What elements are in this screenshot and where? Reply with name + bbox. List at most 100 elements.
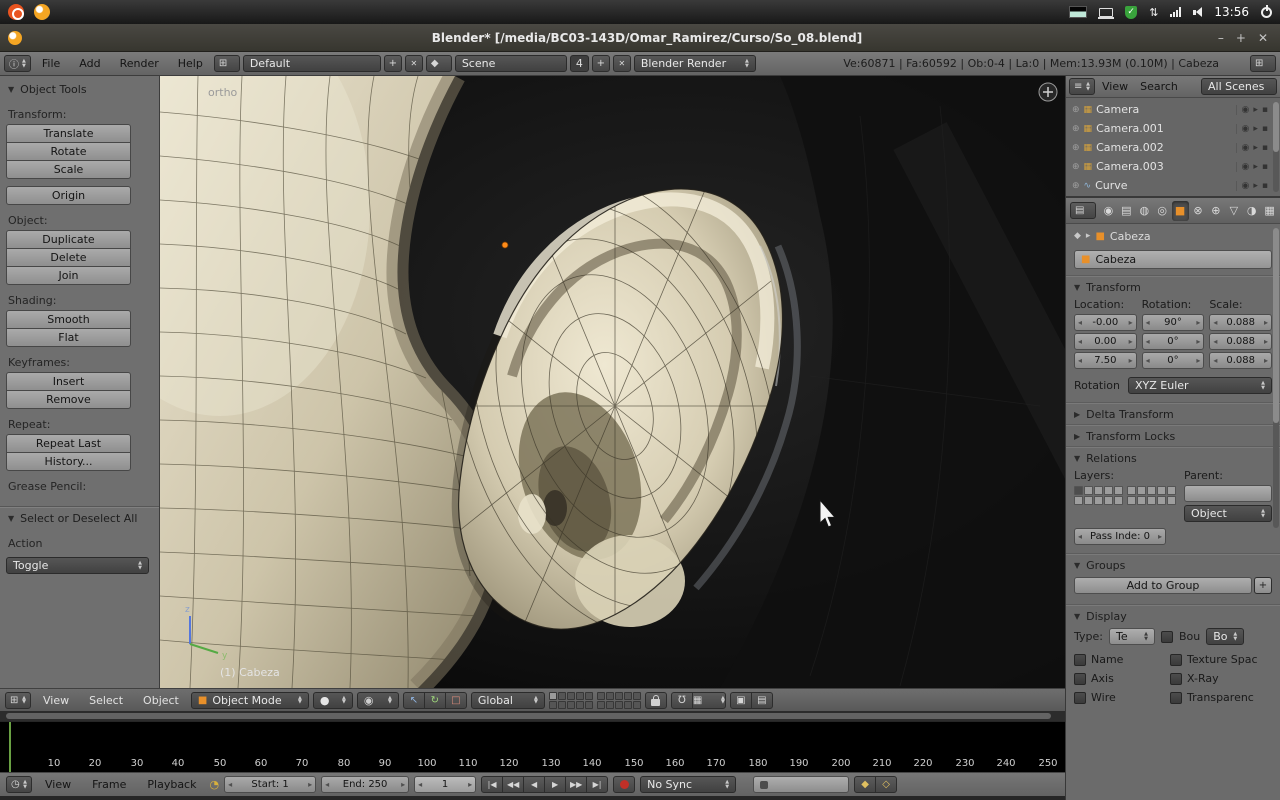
translate-manipulator-icon[interactable]: ↖ (403, 692, 425, 709)
rotation-z-field[interactable]: 0° (1142, 352, 1205, 369)
breadcrumb-object-name[interactable]: Cabeza (1110, 230, 1151, 243)
end-frame-field[interactable]: End: 250 (321, 776, 409, 793)
flat-button[interactable]: Flat (6, 328, 131, 347)
add-to-group-button[interactable]: Add to Group (1074, 577, 1252, 594)
current-frame-indicator[interactable] (9, 722, 11, 772)
outliner-scrollbar[interactable] (1273, 102, 1279, 192)
selectable-icon[interactable] (1253, 143, 1258, 153)
insert-keyframe-button[interactable]: Insert (6, 372, 131, 391)
outliner-filter-dropdown[interactable]: All Scenes (1201, 78, 1277, 95)
orientation-dropdown[interactable]: Global (471, 692, 545, 709)
render-restrict-icon[interactable] (1262, 105, 1268, 115)
parent-type-dropdown[interactable]: Object (1184, 505, 1272, 522)
scale-z-field[interactable]: 0.088 (1209, 352, 1272, 369)
rotation-x-field[interactable]: 90° (1142, 314, 1205, 331)
scene-browse-button[interactable]: ◆ (426, 55, 452, 72)
selectable-icon[interactable] (1253, 162, 1258, 172)
signal-strength-icon[interactable] (1170, 7, 1181, 17)
outliner-row[interactable]: Camera.003 (1066, 157, 1280, 176)
editor-type-button[interactable]: ⊞ (5, 692, 31, 709)
snap-magnet-icon[interactable]: ℧ (671, 692, 693, 709)
xray-checkbox[interactable] (1170, 673, 1182, 685)
region-plus-widget[interactable] (1039, 83, 1057, 101)
scrollbar-thumb[interactable] (6, 713, 1051, 719)
object-name-field[interactable]: Cabeza (1074, 250, 1272, 269)
insert-keyframe-icon[interactable]: ◆ (854, 776, 876, 793)
rotate-manipulator-icon[interactable]: ↻ (424, 692, 446, 709)
properties-scrollbar[interactable] (1273, 228, 1279, 528)
eye-icon[interactable] (1242, 143, 1250, 153)
viewport-canvas[interactable]: ortho (1) Cabeza z y (160, 76, 1065, 688)
smooth-button[interactable]: Smooth (6, 310, 131, 329)
render-restrict-icon[interactable] (1262, 162, 1268, 172)
scrollbar-thumb[interactable] (1273, 228, 1279, 423)
delta-transform-header[interactable]: ▶ Delta Transform (1066, 403, 1280, 424)
axis-checkbox[interactable] (1074, 673, 1086, 685)
duplicate-button[interactable]: Duplicate (6, 230, 131, 249)
tab-material[interactable]: ◑ (1243, 201, 1260, 221)
menu-help[interactable]: Help (170, 57, 211, 70)
play-button[interactable]: ▶ (544, 776, 566, 793)
outliner-row[interactable]: Camera (1066, 100, 1280, 119)
outliner-row[interactable]: Camera.001 (1066, 119, 1280, 138)
menu-search[interactable]: Search (1135, 80, 1183, 93)
expand-icon[interactable] (1072, 162, 1080, 172)
scrollbar-thumb[interactable] (1273, 102, 1279, 152)
screen-layout-field[interactable]: Default (243, 55, 381, 72)
viewport-render[interactable]: ortho (1) Cabeza z y (160, 76, 1065, 688)
mode-dropdown[interactable]: Object Mode (191, 692, 309, 709)
repeat-last-button[interactable]: Repeat Last (6, 434, 131, 453)
object-name[interactable]: Curve (1095, 179, 1127, 192)
pin-icon[interactable]: ◆ (1074, 231, 1081, 241)
network-transfer-icon[interactable] (1149, 6, 1158, 19)
object-name[interactable]: Camera.001 (1096, 122, 1164, 135)
timeline-scrollbar[interactable] (0, 711, 1065, 721)
rotate-button[interactable]: Rotate (6, 142, 131, 161)
location-x-field[interactable]: -0.00 (1074, 314, 1137, 331)
relations-header[interactable]: ▼ Relations (1066, 447, 1280, 468)
keying-set-field[interactable] (753, 776, 849, 793)
wire-checkbox[interactable] (1074, 692, 1086, 704)
render-restrict-icon[interactable] (1262, 124, 1268, 134)
pass-index-field[interactable]: Pass Inde: 0 (1074, 528, 1166, 545)
delete-keyframe-icon[interactable]: ◇ (875, 776, 897, 793)
pivot-point-dropdown[interactable]: ◉ (357, 692, 399, 709)
window-duplicate-button[interactable]: ⊞ (1250, 55, 1276, 72)
render-restrict-icon[interactable] (1262, 143, 1268, 153)
transform-panel-header[interactable]: ▼ Transform (1066, 276, 1280, 297)
history-button[interactable]: History... (6, 452, 131, 471)
selectable-icon[interactable] (1253, 181, 1258, 191)
origin-button[interactable]: Origin (6, 186, 131, 205)
clock-time[interactable]: 13:56 (1214, 5, 1249, 19)
rotation-y-field[interactable]: 0° (1142, 333, 1205, 350)
tab-modifiers[interactable]: ⊕ (1207, 201, 1224, 221)
parent-object-field[interactable] (1184, 485, 1272, 502)
snap-element-dropdown[interactable]: ▦ (692, 692, 726, 709)
selectable-icon[interactable] (1253, 105, 1258, 115)
close-button[interactable]: ✕ (1258, 31, 1268, 45)
blender-app-icon[interactable] (34, 4, 50, 20)
volume-icon[interactable] (1193, 7, 1202, 17)
menu-select[interactable]: Select (81, 694, 131, 707)
menu-view[interactable]: View (1097, 80, 1133, 93)
rotation-mode-dropdown[interactable]: XYZ Euler (1128, 377, 1272, 394)
ubuntu-logo-icon[interactable] (8, 4, 24, 20)
bounds-type-dropdown[interactable]: Bo (1206, 628, 1244, 645)
jump-to-start-button[interactable]: |◀ (481, 776, 503, 793)
object-layers-grid-left[interactable] (1074, 486, 1123, 505)
sync-dropdown[interactable]: No Sync (640, 776, 736, 793)
location-z-field[interactable]: 7.50 (1074, 352, 1137, 369)
auto-keyframe-button[interactable] (613, 776, 635, 793)
eye-icon[interactable] (1242, 124, 1250, 134)
preview-range-clock-icon[interactable] (209, 778, 219, 791)
current-frame-field[interactable]: 1 (414, 776, 476, 793)
outliner-row[interactable]: Curve (1066, 176, 1280, 195)
tab-constraints[interactable]: ⊗ (1190, 201, 1207, 221)
translate-button[interactable]: Translate (6, 124, 131, 143)
minimize-button[interactable]: – (1218, 31, 1224, 45)
transform-locks-header[interactable]: ▶ Transform Locks (1066, 425, 1280, 446)
maximize-button[interactable]: + (1236, 31, 1246, 45)
menu-playback[interactable]: Playback (139, 778, 204, 791)
timeline-ruler[interactable]: 10 20 30 40 50 60 70 80 90 100 110 120 1… (0, 721, 1065, 772)
scene-field[interactable]: Scene (455, 55, 567, 72)
